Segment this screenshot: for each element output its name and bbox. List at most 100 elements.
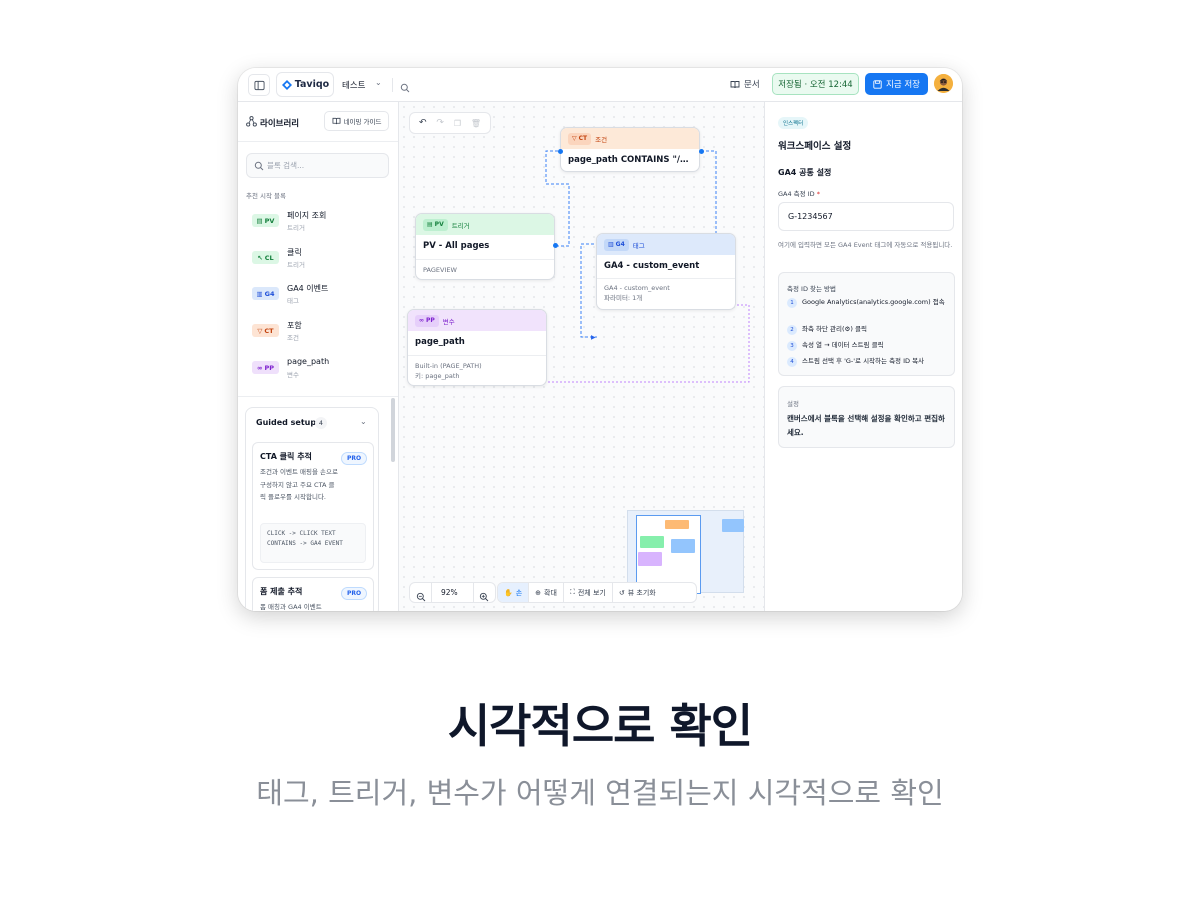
reset-view-label: 뷰 초기화 [627,588,656,597]
divider [238,396,398,397]
g4-badge: ▥ G4 [604,238,629,251]
fit-view-icon: ⛶ [569,588,575,596]
docs-link[interactable]: 문서 [730,78,760,90]
node-header: ▤ PV 트리거 [416,214,554,235]
library-item-name: 클릭 [287,248,302,257]
fit-view-label: 전체 보기 [577,588,606,597]
reset-icon: ↺ [618,588,625,597]
howto-step: 1 Google Analytics(analytics.google.com)… [787,297,947,308]
zoom-controls: 92% [409,582,496,603]
library-item-type: 태그 [287,297,299,305]
toggle-sidebar-button[interactable] [248,74,270,96]
node-header: ▽ CT 조건 [561,128,699,149]
howto-title: 측정 ID 찾는 방법 [787,285,837,293]
zoom-tool-button[interactable]: ⊕ 확대 [529,583,564,602]
fit-view-button[interactable]: ⛶ 전체 보기 [564,583,613,602]
search-button[interactable] [400,78,410,97]
measurement-id-label: GA4 측정 ID * [778,190,820,198]
node-port[interactable] [553,243,558,248]
library-item-click[interactable]: ↖ CL 클릭 트리거 [246,241,389,273]
node-title: page_path CONTAINS "/prici... [568,155,699,165]
zoom-in-icon[interactable] [479,587,489,606]
search-icon [254,161,264,171]
inspector-title: 워크스페이스 설정 [778,141,852,152]
workspace-name[interactable]: 테스트 [342,79,365,91]
library-item-type: 트리거 [287,224,305,232]
filter-icon: ▽ [257,326,263,335]
library-item-type: 트리거 [287,261,305,269]
inspector-badge: 인스펙터 [778,117,809,129]
node-tag[interactable]: ▥ G4 태그 GA4 - custom_event GA4 - custom_e… [596,233,736,310]
guided-card-cta[interactable]: CTA 클릭 추적 PRO 조건과 이벤트 매핑을 손으로 구성하지 않고 주요… [252,442,374,570]
guided-count-badge: 4 [315,417,327,429]
minimap-node [671,539,695,553]
search-icon [400,83,410,93]
flow-canvas[interactable]: ↶ ↷ ❐ 🗑 ▽ CT 조건 page_path CONTAINS "/pric… [399,102,764,611]
measurement-id-field [778,202,954,231]
library-item-pageview[interactable]: ▤ PV 페이지 조회 트리거 [246,204,389,236]
guided-card-title: CTA 클릭 추적 [260,452,312,461]
zoom-level: 92% [441,588,458,597]
zoom-out-icon[interactable] [416,587,426,606]
minimap-node [640,536,664,548]
minimap-node [638,552,662,566]
logo[interactable]: Taviqo [276,72,334,97]
pro-badge: PRO [341,587,367,600]
connection-pp-to-ga4 [548,304,750,383]
ct-badge: ▽ CT [252,324,279,337]
step-text: 좌측 하단 관리(⚙) 클릭 [802,325,867,333]
node-type: 트리거 [451,221,470,230]
library-item-page-path[interactable]: ∞ PP page_path 변수 [246,351,389,383]
guided-setup-title: Guided setup [256,418,317,427]
pv-badge: ▤ PV [423,218,448,231]
howto-box: 측정 ID 찾는 방법 1 Google Analytics(analytics… [778,272,955,376]
guided-card-form[interactable]: 폼 제출 추적 PRO 폼 매칭과 GA4 이벤트 [252,577,374,611]
naming-guide-button[interactable]: 네이밍 가이드 [324,111,389,131]
library-item-contains[interactable]: ▽ CT 포함 조건 [246,314,389,346]
cl-badge: ↖ CL [252,251,279,264]
step-number: 4 [787,357,797,367]
avatar[interactable] [934,74,953,93]
save-icon [873,79,882,89]
node-variable[interactable]: ∞ PP 변수 page_path Built-in (PAGE_PATH) 키:… [407,309,547,386]
settings-text: 캔버스에서 블록을 선택해 설정을 확인하고 편집하세요. [787,414,945,437]
book-icon [730,80,740,88]
sidebar-scrollbar[interactable] [391,398,395,462]
save-now-button[interactable]: 지금 저장 [865,73,928,95]
saved-status-badge: 저장됨 · 오전 12:44 [772,73,859,95]
node-port[interactable] [699,149,704,154]
node-meta: 키: page_path [415,372,460,380]
node-meta: 파라미터: 1개 [604,294,643,302]
app-window: Taviqo 테스트 ⌄ 문서 저장됨 · 오전 12:44 지금 저장 라이브… [238,68,962,611]
node-title: GA4 - custom_event [604,261,700,271]
chevron-down-icon[interactable]: ⌄ [375,78,382,87]
node-port[interactable] [558,149,563,154]
library-item-type: 조건 [287,334,299,342]
library-item-name: page_path [287,357,330,366]
document-icon: ▤ [427,221,433,228]
library-item-ga4-event[interactable]: ▥ G4 GA4 이벤트 태그 [246,277,389,309]
guided-card-title: 폼 제출 추적 [260,587,303,596]
link-icon: ∞ [257,363,263,372]
step-number: 1 [787,298,797,308]
inspector-subtitle: GA4 공통 설정 [778,168,832,177]
measurement-id-input[interactable] [779,203,953,230]
inspector-panel: 인스펙터 워크스페이스 설정 GA4 공통 설정 GA4 측정 ID * 여기에… [764,102,962,611]
chevron-down-icon[interactable]: ⌄ [360,417,367,426]
guided-card-description: 폼 매칭과 GA4 이벤트 [260,603,322,611]
node-trigger[interactable]: ▤ PV 트리거 PV - All pages PAGEVIEW [415,213,555,280]
zoom-in-icon: ⊕ [535,588,542,597]
bar-chart-icon: ▥ [608,241,614,248]
reset-view-button[interactable]: ↺ 뷰 초기화 [613,583,662,602]
section-label: 추천 시작 블록 [246,192,287,200]
link-icon: ∞ [419,317,424,324]
zoom-tool-label: 확대 [544,588,557,597]
pro-badge: PRO [341,452,367,465]
block-search-input[interactable] [267,154,385,177]
divider [392,78,393,92]
minimap[interactable] [627,510,744,594]
pp-badge: ∞ PP [252,361,279,374]
divider [597,278,735,279]
hand-tool-button[interactable]: ✋ 손 [498,583,530,602]
node-condition[interactable]: ▽ CT 조건 page_path CONTAINS "/prici... [560,127,700,172]
